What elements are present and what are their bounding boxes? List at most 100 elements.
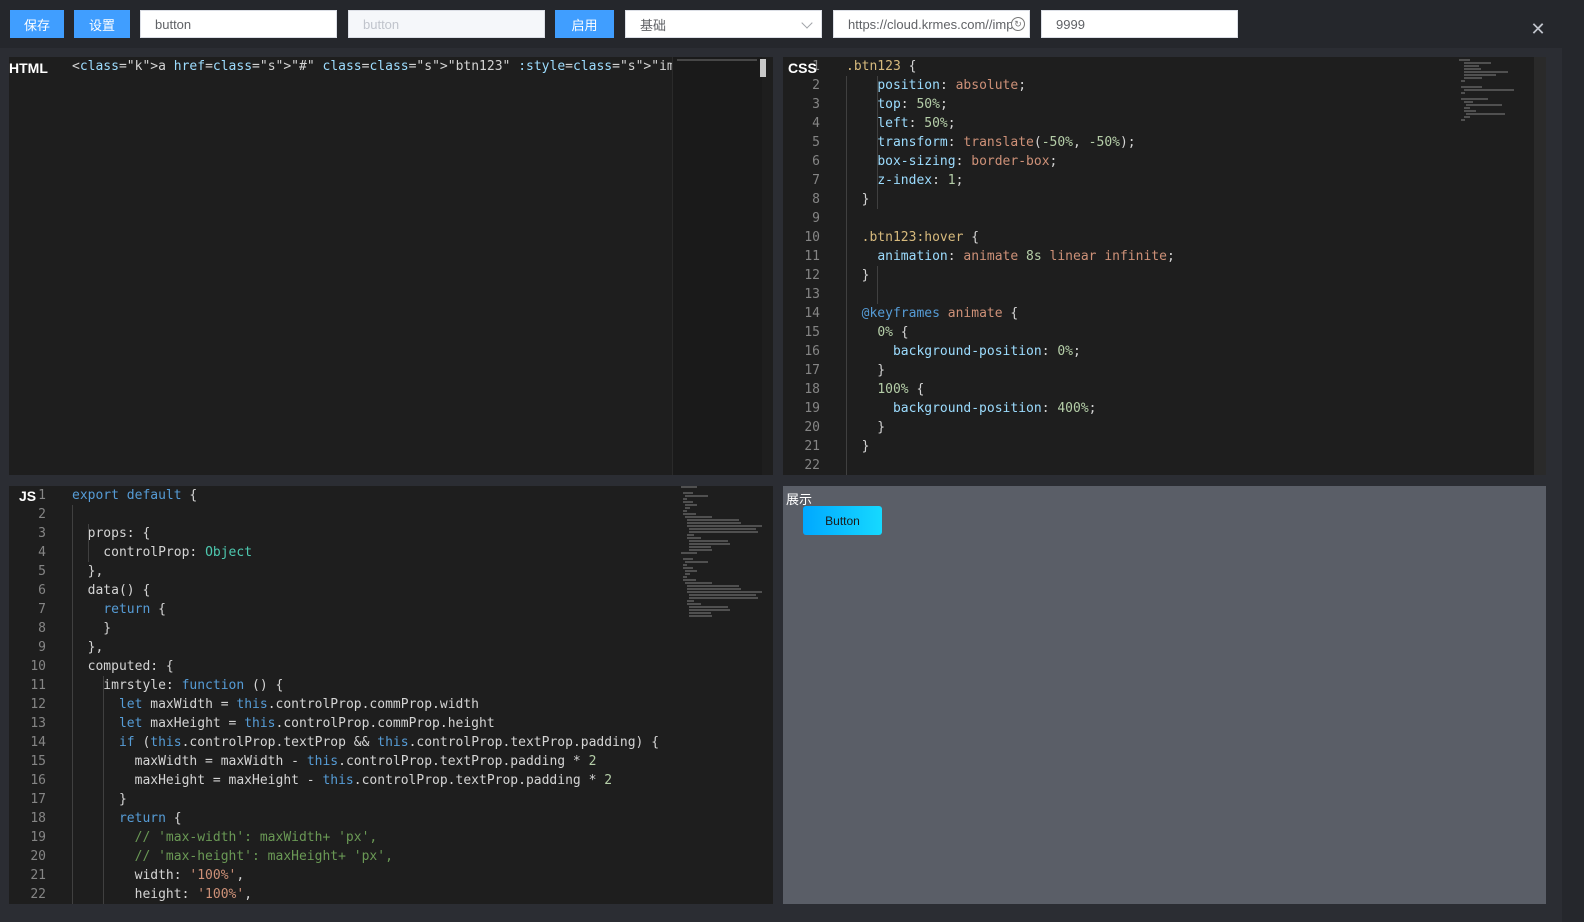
code-line[interactable]: 2 [9, 505, 669, 524]
code-line[interactable]: 4 controlProp: Object [9, 543, 669, 562]
minimap-line [1463, 77, 1482, 79]
code-text: data() { [72, 583, 151, 598]
close-icon[interactable]: ✕ [1530, 21, 1546, 39]
line-number: 8 [812, 192, 820, 207]
line-number: 16 [30, 773, 46, 788]
code-line[interactable]: 10 .btn123:hover { [783, 228, 1443, 247]
code-line[interactable]: 6 data() { [9, 581, 669, 600]
code-text: 100% { [877, 382, 925, 397]
code-line[interactable]: 8 } [783, 190, 1443, 209]
line-number: 20 [804, 420, 820, 435]
code-line[interactable]: 9 [783, 209, 1443, 228]
number-input[interactable]: 9999 [1041, 10, 1238, 38]
line-number: 15 [30, 754, 46, 769]
css-minimap[interactable] [1459, 59, 1531, 125]
html-scrollbar[interactable] [760, 59, 766, 77]
minimap-line [1466, 113, 1505, 115]
minimap-line [687, 534, 694, 536]
code-line[interactable]: 20 // 'max-height': maxHeight+ 'px', [9, 847, 669, 866]
code-line[interactable]: 9 }, [9, 638, 669, 657]
code-line[interactable]: 5 transform: translate(-50%, -50%); [783, 133, 1443, 152]
code-line[interactable]: 14 @keyframes animate { [783, 304, 1443, 323]
code-line[interactable]: 2 position: absolute; [783, 76, 1443, 95]
js-minimap[interactable] [681, 486, 762, 618]
minimap-line [685, 516, 712, 518]
code-line[interactable]: 7 z-index: 1; [783, 171, 1443, 190]
code-line[interactable]: 17 } [783, 361, 1443, 380]
code-text: } [846, 420, 886, 435]
code-line[interactable]: 21 width: '100%', [9, 866, 669, 885]
indent-guide [88, 524, 89, 562]
component-name-input[interactable]: button [140, 10, 337, 38]
indent-guide [877, 266, 878, 304]
enable-button[interactable]: 启用 [555, 10, 614, 38]
minimap-line [1463, 71, 1509, 73]
css-editor[interactable]: CSS 1 .btn123 {2 position: absolute; 3 top… [783, 57, 1546, 475]
line-number: 8 [38, 621, 46, 636]
code-line[interactable]: 13 let maxHeight = this.controlProp.comm… [9, 714, 669, 733]
code-line[interactable]: 1 export default { [9, 486, 669, 505]
css-code-area[interactable]: 1 .btn123 {2 position: absolute; 3 top: 50… [783, 57, 1443, 475]
code-line[interactable]: 10 computed: { [9, 657, 669, 676]
css-scrollbar[interactable] [1534, 57, 1546, 475]
line-number: 16 [804, 344, 820, 359]
line-number: 20 [30, 849, 46, 864]
code-line[interactable]: 22 [783, 456, 1443, 475]
line-number: 10 [804, 230, 820, 245]
code-line[interactable]: 16 maxHeight = maxHeight - this.controlP… [9, 771, 669, 790]
code-line[interactable]: 21 } [783, 437, 1443, 456]
url-input[interactable]: https://cloud.krmes.com//imp ↻ [833, 10, 1030, 38]
js-editor[interactable]: JS 1 export default {2 3 props: {4 control… [9, 486, 773, 904]
code-line[interactable]: 20 } [783, 418, 1443, 437]
code-line[interactable]: 6 box-sizing: border-box; [783, 152, 1443, 171]
code-line[interactable]: 14 if (this.controlProp.textProp && this… [9, 733, 669, 752]
code-line[interactable]: 18 100% { [783, 380, 1443, 399]
code-line[interactable]: <class="k">a href=class="s">"#" class=cl… [9, 57, 672, 76]
category-select[interactable]: 基础 [625, 10, 822, 38]
code-text: maxHeight = maxHeight - this.controlProp… [72, 773, 613, 788]
code-line[interactable]: 3 top: 50%; [783, 95, 1443, 114]
code-line[interactable]: 11 imrstyle: function () { [9, 676, 669, 695]
html-minimap[interactable] [672, 57, 762, 475]
minimap-line [687, 600, 694, 602]
code-text: return { [118, 811, 182, 826]
code-line[interactable]: 3 props: { [9, 524, 669, 543]
save-button[interactable]: 保存 [10, 10, 64, 38]
line-number: 19 [30, 830, 46, 845]
code-line[interactable]: 8 } [9, 619, 669, 638]
code-line[interactable]: 13 [783, 285, 1443, 304]
line-number: 4 [38, 545, 46, 560]
preview-panel: 展示 Button [783, 486, 1546, 904]
code-line[interactable]: 4 left: 50%; [783, 114, 1443, 133]
code-line[interactable]: 12 let maxWidth = this.controlProp.commP… [9, 695, 669, 714]
code-text: transform: translate(-50%, -50%); [877, 135, 1136, 150]
js-code-area[interactable]: 1 export default {2 3 props: {4 controlPro… [9, 486, 669, 904]
code-line[interactable]: 17 } [9, 790, 669, 809]
settings-button[interactable]: 设置 [74, 10, 130, 38]
line-number: 2 [812, 78, 820, 93]
refresh-icon[interactable]: ↻ [1011, 17, 1025, 31]
code-text: props: { [72, 526, 151, 541]
code-line[interactable]: 1 .btn123 { [783, 57, 1443, 76]
code-line[interactable]: 19 background-position: 400%; [783, 399, 1443, 418]
html-code-area[interactable]: <class="k">a href=class="s">"#" class=cl… [9, 57, 672, 475]
html-editor[interactable]: HTML <class="k">a href=class="s">"#" cla… [9, 57, 773, 475]
code-line[interactable]: 5 }, [9, 562, 669, 581]
minimap-line [683, 498, 687, 500]
line-number: 17 [30, 792, 46, 807]
code-line[interactable]: 22 height: '100%', [9, 885, 669, 904]
code-line[interactable]: 18 return { [9, 809, 669, 828]
indent-guide [103, 676, 104, 904]
code-line[interactable]: 11 animation: animate 8s linear infinite… [783, 247, 1443, 266]
preview-button[interactable]: Button [803, 506, 882, 535]
minimap-line [685, 495, 708, 497]
code-line[interactable]: 7 return { [9, 600, 669, 619]
code-text: } [72, 792, 127, 807]
code-line[interactable]: 12 } [783, 266, 1443, 285]
code-line[interactable]: 16 background-position: 0%; [783, 342, 1443, 361]
minimap-line [685, 561, 708, 563]
code-line[interactable]: 19 // 'max-width': maxWidth+ 'px', [9, 828, 669, 847]
code-line[interactable]: 15 0% { [783, 323, 1443, 342]
line-number: 15 [804, 325, 820, 340]
code-line[interactable]: 15 maxWidth = maxWidth - this.controlPro… [9, 752, 669, 771]
